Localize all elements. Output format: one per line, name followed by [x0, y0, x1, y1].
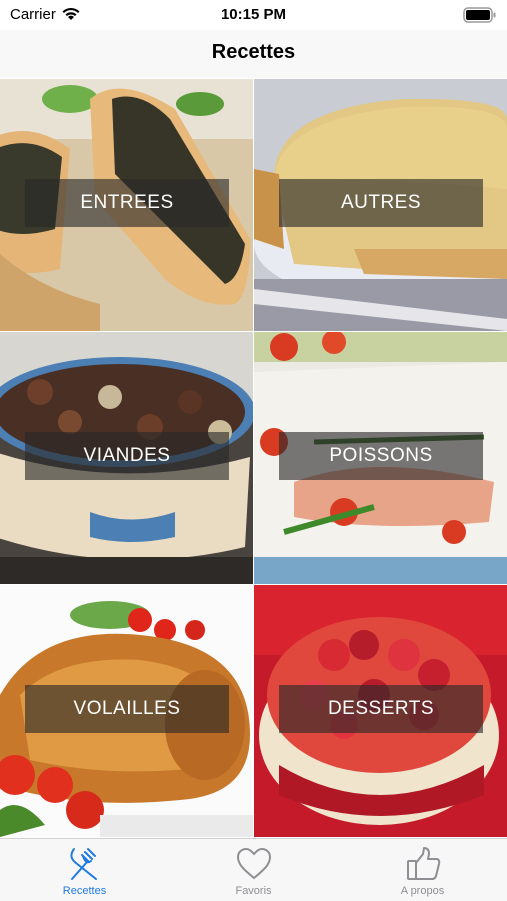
- tab-bar: Recettes Favoris A propos: [0, 838, 507, 901]
- tab-a-propos[interactable]: A propos: [338, 839, 507, 901]
- tab-label-a-propos: A propos: [400, 885, 445, 897]
- tab-favoris[interactable]: Favoris: [169, 839, 338, 901]
- fork-knife-icon: [70, 848, 97, 880]
- category-label-viandes: VIANDES: [25, 432, 229, 480]
- navigation-bar: Recettes: [0, 30, 507, 78]
- category-label-poissons: POISSONS: [279, 432, 483, 480]
- category-label-volailles: VOLAILLES: [25, 685, 229, 733]
- category-label-entrees: ENTREES: [25, 179, 229, 227]
- category-tile-volailles[interactable]: VOLAILLES: [0, 585, 253, 837]
- category-tile-poissons[interactable]: POISSONS: [254, 332, 507, 584]
- tab-label-favoris: Favoris: [235, 885, 272, 897]
- tab-label-recettes: Recettes: [62, 885, 107, 897]
- category-tile-autres[interactable]: AUTRES: [254, 79, 507, 331]
- clock: 10:15 PM: [220, 6, 287, 23]
- status-bar: Carrier 10:15 PM: [0, 0, 507, 30]
- category-grid: ENTREES AUTRES VIANDES POISSONS VOLAILLE…: [0, 79, 507, 838]
- category-tile-entrees[interactable]: ENTREES: [0, 79, 253, 331]
- category-tile-viandes[interactable]: VIANDES: [0, 332, 253, 584]
- tab-recettes[interactable]: Recettes: [0, 839, 169, 901]
- category-label-desserts: DESSERTS: [279, 685, 483, 733]
- heart-icon: [236, 847, 272, 880]
- thumbs-up-icon: [407, 847, 441, 880]
- category-tile-desserts[interactable]: DESSERTS: [254, 585, 507, 837]
- page-title: Recettes: [211, 41, 296, 63]
- category-label-autres: AUTRES: [279, 179, 483, 227]
- battery-icon: [463, 7, 496, 23]
